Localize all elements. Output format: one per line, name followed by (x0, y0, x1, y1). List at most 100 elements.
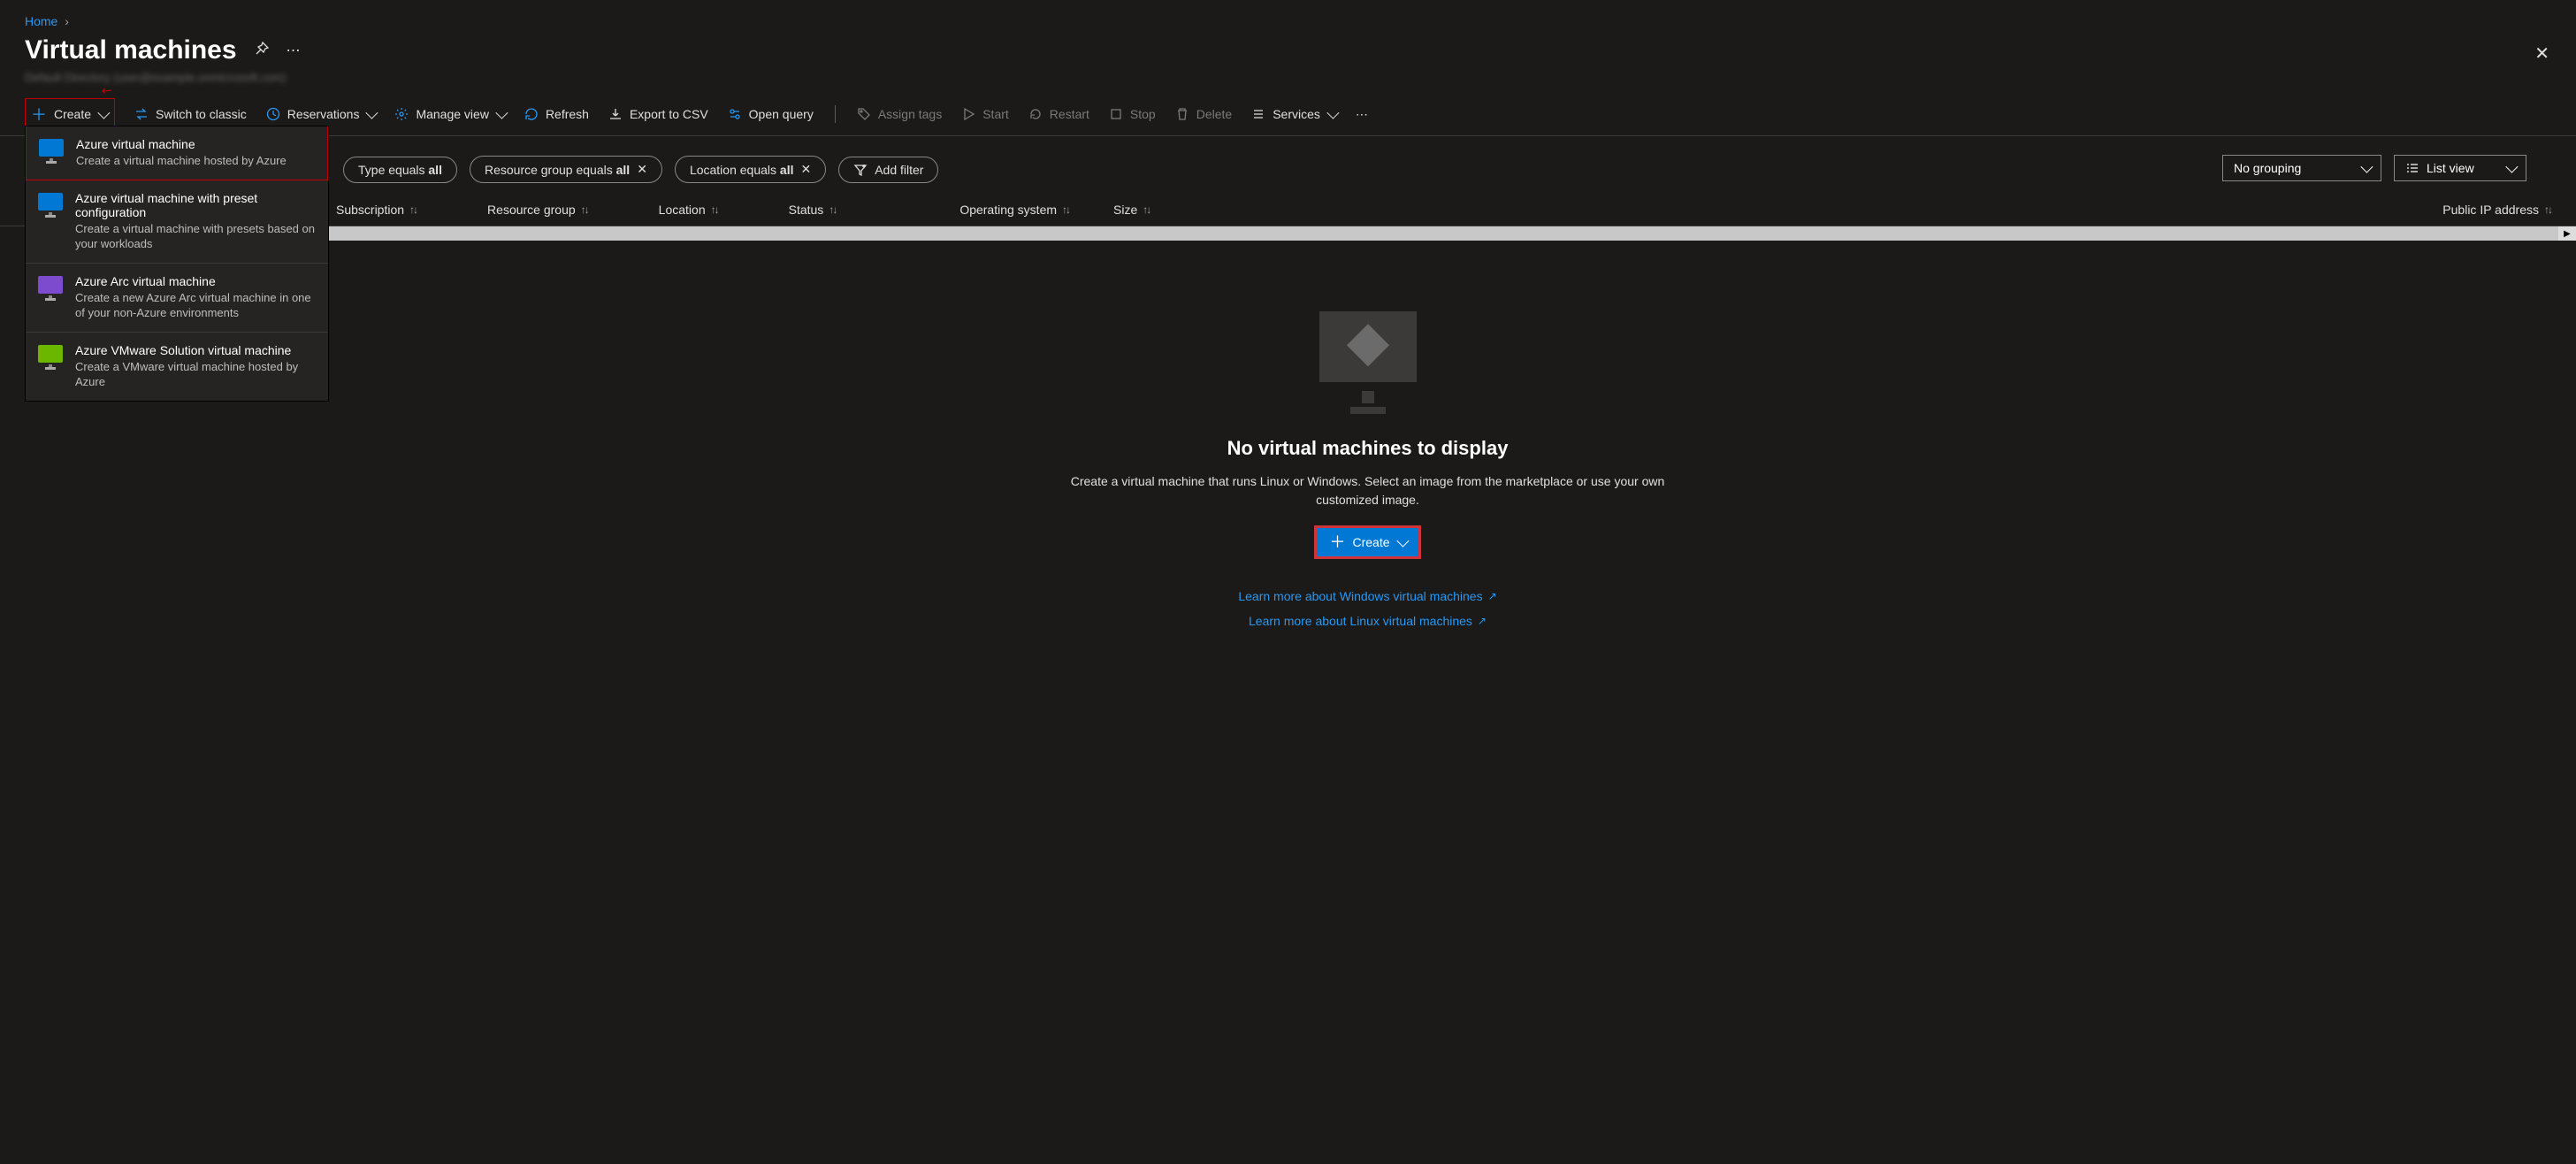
menu-item-subtitle: Create a VMware virtual machine hosted b… (75, 359, 316, 390)
sort-icon: ↑↓ (829, 203, 836, 216)
sort-icon: ↑↓ (1143, 203, 1150, 216)
chevron-down-icon (2505, 160, 2518, 172)
grouping-dropdown[interactable]: No grouping (2222, 155, 2381, 181)
plus-icon: ＋ (1329, 534, 1345, 550)
empty-state-illustration (1362, 391, 1374, 403)
create-menu-azure-vmware-vm[interactable]: Azure VMware Solution virtual machine Cr… (26, 333, 328, 401)
column-public-ip[interactable]: Public IP address↑↓ (2442, 203, 2551, 217)
learn-windows-link[interactable]: Learn more about Windows virtual machine… (1238, 589, 1496, 603)
column-subscription[interactable]: Subscription↑↓ (336, 203, 417, 217)
sort-icon: ↑↓ (409, 203, 417, 216)
column-location[interactable]: Location↑↓ (659, 203, 718, 217)
open-query-button[interactable]: Open query (728, 107, 814, 121)
chevron-right-icon: › (65, 14, 69, 28)
query-icon (728, 107, 742, 121)
empty-state: No virtual machines to display Create a … (159, 241, 2576, 633)
switch-classic-button[interactable]: Switch to classic (134, 107, 247, 121)
filters-and-view-row: Type equals all Resource group equals al… (0, 136, 2576, 194)
menu-item-subtitle: Create a virtual machine with presets ba… (75, 221, 316, 252)
learn-linux-link[interactable]: Learn more about Linux virtual machines … (1249, 614, 1487, 628)
create-button-highlight: ＋ Create (1314, 525, 1420, 559)
filter-location-pill[interactable]: Location equals all ✕ (675, 156, 826, 183)
download-icon (608, 107, 623, 121)
filter-type-pill[interactable]: Type equals all (343, 157, 457, 183)
reservations-button[interactable]: Reservations (266, 107, 376, 121)
start-button[interactable]: Start (961, 107, 1009, 121)
create-menu-azure-arc-vm[interactable]: Azure Arc virtual machine Create a new A… (26, 264, 328, 333)
filter-row: Type equals all Resource group equals al… (318, 145, 963, 194)
column-resource-group[interactable]: Resource group↑↓ (487, 203, 588, 217)
refresh-icon (524, 107, 539, 121)
restart-icon (1028, 107, 1043, 121)
restart-button[interactable]: Restart (1028, 107, 1089, 121)
vm-icon (39, 139, 64, 160)
refresh-button[interactable]: Refresh (524, 107, 589, 121)
sort-icon: ↑↓ (581, 203, 588, 216)
gear-icon (394, 107, 409, 121)
grouping-label: No grouping (2234, 161, 2301, 175)
assign-tags-button[interactable]: Assign tags (857, 107, 942, 121)
manage-view-button[interactable]: Manage view (394, 107, 505, 121)
create-dropdown: Azure virtual machine Create a virtual m… (25, 126, 329, 402)
sort-icon: ↑↓ (711, 203, 718, 216)
empty-heading: No virtual machines to display (1227, 437, 1509, 460)
breadcrumb-home-link[interactable]: Home (25, 14, 57, 28)
tag-icon (857, 107, 871, 121)
pill-label: Resource group equals all (485, 163, 630, 177)
plus-icon: ＋ (31, 103, 47, 126)
overflow-button[interactable]: ⋯ (1356, 107, 1368, 122)
filter-icon (853, 163, 868, 177)
chevron-down-icon (2360, 160, 2373, 172)
menu-item-subtitle: Create a virtual machine hosted by Azure (76, 153, 287, 169)
clear-filter-icon[interactable]: ✕ (637, 162, 647, 177)
filter-resource-group-pill[interactable]: Resource group equals all ✕ (470, 156, 662, 183)
pill-label: Location equals all (690, 163, 794, 177)
chevron-down-icon (1326, 107, 1339, 119)
column-size[interactable]: Size↑↓ (1113, 203, 1150, 217)
list-view-label: List view (2427, 161, 2474, 175)
menu-item-subtitle: Create a new Azure Arc virtual machine i… (75, 290, 316, 321)
create-primary-button[interactable]: ＋ Create (1317, 528, 1418, 556)
create-menu-azure-vm[interactable]: Azure virtual machine Create a virtual m… (27, 126, 327, 180)
stop-icon (1109, 107, 1123, 121)
scrollbar-thumb[interactable] (25, 226, 2558, 241)
trash-icon (1175, 107, 1189, 121)
pin-icon[interactable] (255, 42, 269, 60)
export-csv-button[interactable]: Export to CSV (608, 107, 708, 121)
directory-subtitle: Default Directory (user@example.onmicros… (0, 71, 2576, 93)
list-view-icon (2405, 161, 2419, 175)
empty-state-illustration (1319, 311, 1417, 382)
empty-state-illustration (1350, 407, 1386, 414)
column-operating-system[interactable]: Operating system↑↓ (959, 203, 1069, 217)
more-icon[interactable]: ⋯ (287, 42, 301, 59)
list-icon (1251, 107, 1265, 121)
list-view-dropdown[interactable]: List view (2394, 155, 2526, 181)
chevron-down-icon (366, 107, 378, 119)
empty-description: Create a virtual machine that runs Linux… (1059, 472, 1678, 509)
page-title: Virtual machines (25, 35, 237, 65)
add-filter-pill[interactable]: Add filter (838, 157, 938, 183)
breadcrumb: Home › (0, 0, 2576, 35)
stop-button[interactable]: Stop (1109, 107, 1156, 121)
delete-button[interactable]: Delete (1175, 107, 1232, 121)
table-header: Subscription↑↓ Resource group↑↓ Location… (0, 194, 2576, 226)
clock-icon (266, 107, 280, 121)
create-menu-azure-vm-preset[interactable]: Azure virtual machine with preset config… (26, 180, 328, 264)
column-status[interactable]: Status↑↓ (789, 203, 837, 217)
vm-icon (38, 193, 63, 214)
close-icon[interactable]: ✕ (2534, 42, 2549, 65)
clear-filter-icon[interactable]: ✕ (800, 162, 811, 177)
services-button[interactable]: Services (1251, 107, 1336, 121)
chevron-down-icon (1396, 535, 1409, 548)
menu-item-title: Azure virtual machine with preset config… (75, 191, 316, 219)
pill-label: Add filter (875, 163, 923, 177)
sort-icon: ↑↓ (2544, 203, 2551, 216)
swap-icon (134, 107, 149, 121)
chevron-down-icon (495, 107, 508, 119)
scroll-right-button[interactable]: ▶ (2558, 226, 2576, 241)
horizontal-scrollbar[interactable]: ▶ (0, 226, 2576, 241)
create-button-label: Create (54, 107, 91, 121)
vm-icon (38, 276, 63, 297)
menu-item-title: Azure VMware Solution virtual machine (75, 343, 316, 357)
external-link-icon: ↗ (1488, 590, 1497, 602)
